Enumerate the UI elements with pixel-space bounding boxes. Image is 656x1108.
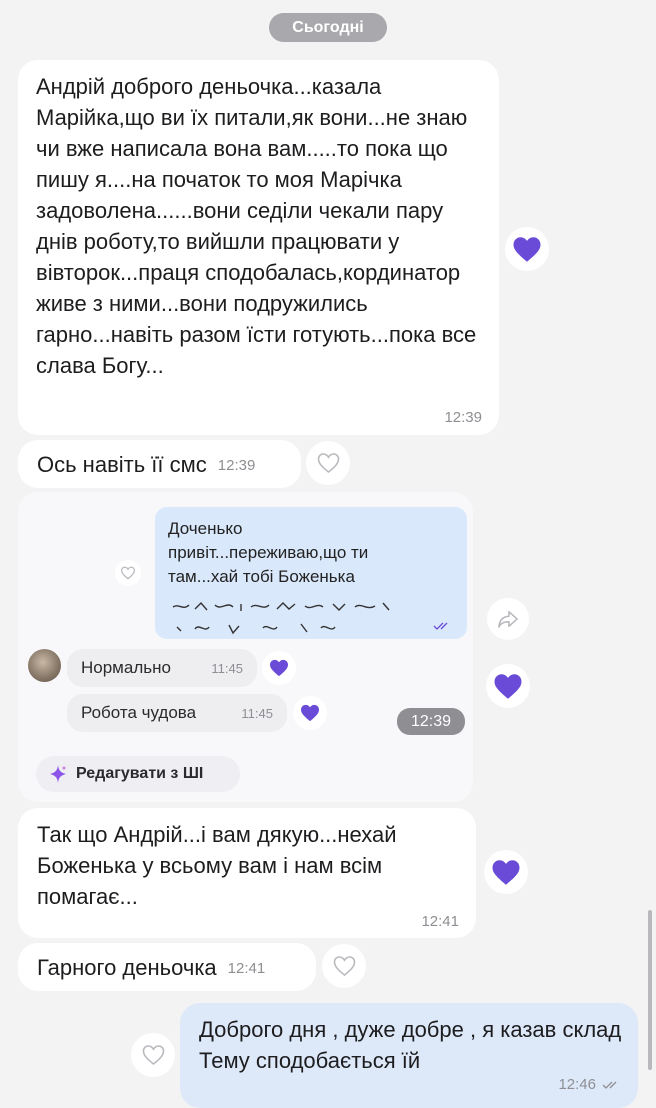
reaction-heart-button[interactable] bbox=[484, 850, 528, 894]
screenshot-text: Доченько привіт...переживаю,що ти там...… bbox=[168, 519, 369, 586]
reaction-heart-button[interactable] bbox=[131, 1033, 175, 1077]
heart-outline-icon bbox=[120, 566, 136, 580]
heart-filled-icon bbox=[301, 704, 319, 722]
message-bubble[interactable]: Ось навіть її смс 12:39 bbox=[18, 440, 301, 488]
date-separator: Сьогодні bbox=[269, 13, 387, 42]
image-message[interactable]: Доченько привіт...переживаю,що ти там...… bbox=[18, 492, 473, 802]
message-text: Доброго дня , дуже добре , я казав склад… bbox=[199, 1017, 622, 1073]
inner-reaction bbox=[262, 651, 296, 685]
image-time: 12:39 bbox=[397, 708, 465, 735]
message-bubble[interactable]: Андрій доброго деньочка...казала Марійка… bbox=[18, 60, 499, 435]
message-time: 12:39 bbox=[444, 409, 482, 426]
inner-reply: Нормально 11:45 bbox=[67, 649, 257, 687]
message-time: 12:41 bbox=[227, 960, 266, 977]
heart-filled-icon bbox=[270, 659, 288, 677]
edit-with-ai-button[interactable]: Редагувати з ШІ bbox=[36, 756, 240, 792]
message-bubble[interactable]: Гарного деньочка 12:41 bbox=[18, 943, 316, 991]
heart-filled-icon bbox=[492, 859, 520, 885]
screenshot-bubble: Доченько привіт...переживаю,що ти там...… bbox=[155, 507, 467, 639]
inner-reply-time: 11:45 bbox=[211, 660, 243, 676]
reaction-heart-button[interactable] bbox=[322, 944, 366, 988]
message-bubble[interactable]: Так що Андрій...і вам дякую...нехай Боже… bbox=[18, 808, 476, 938]
avatar bbox=[28, 649, 61, 682]
message-time: 12:41 bbox=[421, 913, 459, 930]
inner-reaction-button bbox=[115, 560, 141, 586]
inner-reaction bbox=[293, 696, 327, 730]
scrollbar[interactable] bbox=[648, 910, 652, 1070]
message-text: Так що Андрій...і вам дякую...нехай Боже… bbox=[37, 822, 397, 909]
message-text: Андрій доброго деньочка...казала Марійка… bbox=[36, 74, 477, 378]
heart-filled-icon bbox=[513, 236, 541, 262]
forward-button[interactable] bbox=[487, 598, 529, 640]
cut-off-text bbox=[171, 601, 401, 637]
forward-icon bbox=[498, 611, 518, 628]
message-text: Ось навіть її смс bbox=[37, 451, 207, 477]
heart-outline-icon bbox=[142, 1045, 164, 1066]
inner-reply: Робота чудова 11:45 bbox=[67, 694, 287, 732]
heart-filled-icon bbox=[494, 673, 522, 699]
reaction-heart-button[interactable] bbox=[486, 664, 530, 708]
message-time: 12:39 bbox=[217, 457, 256, 474]
inner-reply-text: Нормально bbox=[81, 658, 171, 677]
reaction-heart-button[interactable] bbox=[306, 441, 350, 485]
inner-reply-text: Робота чудова bbox=[81, 703, 197, 722]
heart-outline-icon bbox=[317, 453, 339, 474]
sparkle-icon bbox=[50, 765, 67, 783]
edit-with-ai-label: Редагувати з ШІ bbox=[76, 765, 204, 782]
inner-reply-time: 11:45 bbox=[241, 705, 273, 721]
message-time: 12:46 bbox=[558, 1076, 596, 1093]
reaction-heart-button[interactable] bbox=[505, 227, 549, 271]
message-text: Гарного деньочка bbox=[37, 954, 217, 980]
double-check-icon bbox=[433, 622, 448, 630]
outgoing-message-bubble[interactable]: Доброго дня , дуже добре , я казав склад… bbox=[180, 1003, 638, 1108]
double-check-icon bbox=[602, 1081, 617, 1089]
heart-outline-icon bbox=[333, 956, 355, 977]
